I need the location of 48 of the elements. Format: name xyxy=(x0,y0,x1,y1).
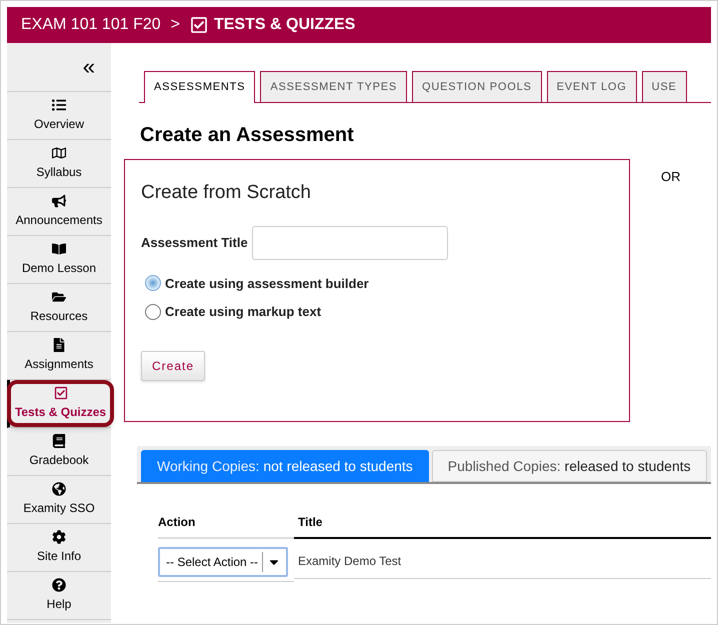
field-label: Assessment Title xyxy=(141,234,248,252)
globe-icon xyxy=(52,482,66,496)
book-icon xyxy=(52,242,66,256)
sidebar-item[interactable]: Overview xyxy=(34,98,84,133)
help-icon xyxy=(52,578,66,592)
document-icon xyxy=(52,338,66,352)
tool-title: TESTS & QUIZZES xyxy=(214,15,356,35)
page-heading: Create an Assessment xyxy=(140,123,355,148)
sidebar-item[interactable]: Resources xyxy=(30,290,88,325)
or-label: OR xyxy=(661,168,680,186)
column-header: Title xyxy=(294,513,711,539)
tab[interactable]: EVENT LOG xyxy=(546,71,637,102)
column-header: Action xyxy=(158,513,294,539)
sidebar-item[interactable]: Assignments xyxy=(24,338,94,373)
settings-icon xyxy=(52,530,66,544)
checkbox-icon xyxy=(54,386,68,400)
sidebar-item[interactable]: Gradebook xyxy=(29,434,89,469)
sidebar-item[interactable]: Tests & Quizzes xyxy=(6,380,114,427)
sidebar-item[interactable]: Syllabus xyxy=(36,146,82,181)
action-select[interactable]: -- Select Action -- xyxy=(158,547,288,577)
radio-button[interactable] xyxy=(145,275,161,292)
sidebar-item[interactable]: Site Info xyxy=(36,530,82,565)
sidebar-item[interactable]: Help xyxy=(46,578,72,613)
book-icon xyxy=(52,434,66,448)
list-icon xyxy=(52,98,66,112)
tab[interactable]: ASSESSMENTS xyxy=(144,71,256,103)
radio-label: Create using markup text xyxy=(165,303,322,321)
tab[interactable]: USE xyxy=(642,71,687,102)
sidebar-item[interactable]: Announcements xyxy=(16,194,102,229)
copies-tab[interactable]: Published Copies: released to students xyxy=(432,450,707,482)
tab[interactable]: QUESTION POOLS xyxy=(412,71,542,102)
copies-tab[interactable]: Working Copies: not released to students xyxy=(141,450,429,482)
folder-icon xyxy=(52,290,66,304)
sidebar-item[interactable]: Demo Lesson xyxy=(22,242,96,277)
title-field[interactable] xyxy=(252,226,448,260)
site-title[interactable]: EXAM 101 101 F20 xyxy=(21,13,161,37)
create-button[interactable]: Create xyxy=(141,350,206,380)
panel-title: Create from Scratch xyxy=(141,181,312,205)
radio-label: Create using assessment builder xyxy=(165,274,369,293)
tab[interactable]: ASSESSMENT TYPES xyxy=(260,71,408,102)
table-cell: Examity Demo Test xyxy=(298,554,402,568)
breadcrumb-separator: > xyxy=(170,15,180,35)
checkbox-icon xyxy=(190,16,208,34)
map-icon xyxy=(52,146,66,160)
sidebar-item[interactable]: Examity SSO xyxy=(23,482,95,517)
radio-button[interactable] xyxy=(145,304,161,320)
collapse-button[interactable]: « xyxy=(82,56,95,78)
megaphone-icon xyxy=(52,194,66,208)
